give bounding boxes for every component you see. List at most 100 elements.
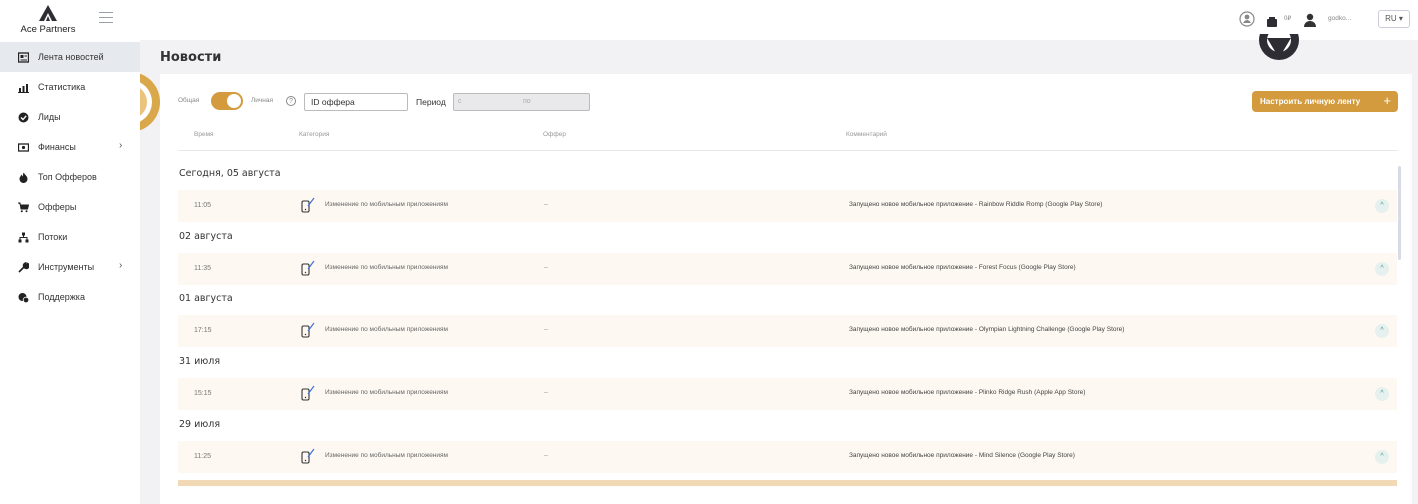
sidebar-item-support[interactable]: Поддержка (0, 282, 140, 312)
chat-icon[interactable] (1239, 11, 1255, 31)
mobile-app-edit-icon (301, 260, 315, 276)
support-icon (18, 293, 29, 303)
date-heading: 01 августа (179, 293, 233, 304)
period-to-placeholder: по (523, 98, 531, 105)
row-time: 11:05 (194, 202, 211, 209)
scrollbar-thumb[interactable] (1398, 166, 1401, 260)
wrench-icon (18, 262, 29, 273)
row-offer: – (544, 264, 548, 271)
chart-icon (18, 84, 29, 93)
app-logo[interactable]: Ace Partners (18, 4, 78, 38)
sidebar-item-leads[interactable]: Лиды (0, 102, 140, 132)
language-select[interactable]: RU ▾ (1378, 10, 1410, 28)
row-category: Изменение по мобильным приложениям (325, 326, 449, 333)
menu-toggle-icon[interactable] (99, 12, 113, 24)
sidebar-item-label: Лиды (38, 112, 61, 122)
date-heading: 29 июля (179, 419, 221, 430)
fire-icon (19, 172, 28, 183)
personal-feed-label: Личная (251, 97, 274, 104)
sidebar-item-label: Финансы (38, 142, 76, 152)
username[interactable]: godko... (1328, 15, 1351, 22)
offer-id-input[interactable]: ID оффера (304, 93, 408, 111)
row-time: 11:35 (194, 265, 211, 272)
decorative-coin (140, 62, 162, 142)
mobile-app-edit-icon (301, 385, 315, 401)
balance-value: 0₽ (1284, 16, 1292, 22)
sidebar-item-label: Статистика (38, 82, 86, 92)
sidebar-item-streams[interactable]: Потоки (0, 222, 140, 252)
row-comment: Запущено новое мобильное приложение - Fo… (849, 264, 1076, 271)
expand-row-icon[interactable]: ^ (1375, 262, 1389, 276)
date-heading: 31 июля (179, 356, 221, 367)
expand-row-icon[interactable]: ^ (1375, 387, 1389, 401)
news-row[interactable]: 17:15 Изменение по мобильным приложениям… (178, 315, 1397, 347)
decorative-badge (1254, 34, 1304, 64)
mobile-app-edit-icon (301, 197, 315, 213)
date-heading: Сегодня, 05 августа (179, 168, 281, 179)
row-category: Изменение по мобильным приложениям (325, 201, 449, 208)
news-row[interactable]: 11:05 Изменение по мобильным приложениям… (178, 190, 1397, 222)
period-label: Период (416, 97, 446, 107)
sidebar-item-finance[interactable]: Финансы › (0, 132, 140, 162)
general-feed-label: Общая (178, 97, 200, 104)
mobile-app-edit-icon (301, 448, 315, 464)
row-offer: – (544, 389, 548, 396)
sidebar-item-label: Поддержка (38, 292, 85, 302)
sidebar-item-label: Потоки (38, 232, 68, 242)
partial-row (178, 480, 1397, 486)
logo-mark-icon (39, 5, 57, 21)
chevron-right-icon: › (119, 140, 123, 151)
sidebar-item-news-feed[interactable]: Лента новостей (0, 42, 140, 72)
sidebar-item-offers[interactable]: Офферы (0, 192, 140, 222)
news-row[interactable]: 15:15 Изменение по мобильным приложениям… (178, 378, 1397, 410)
money-icon (18, 143, 29, 152)
row-offer: – (544, 326, 548, 333)
toggle-knob (227, 94, 241, 108)
period-from-placeholder: с (458, 98, 462, 105)
row-comment: Запущено новое мобильное приложение - Mi… (849, 452, 1075, 459)
row-comment: Запущено новое мобильное приложение - Ra… (849, 201, 1103, 208)
date-heading: 02 августа (179, 231, 233, 242)
expand-row-icon[interactable]: ^ (1375, 450, 1389, 464)
row-offer: – (544, 452, 548, 459)
check-circle-icon (18, 112, 29, 123)
column-header-time: Время (194, 131, 214, 138)
row-time: 17:15 (194, 327, 212, 334)
newspaper-icon (18, 52, 29, 63)
row-comment: Запущено новое мобильное приложение - Pl… (849, 389, 1086, 396)
user-avatar-icon[interactable] (1304, 12, 1316, 31)
feed-type-toggle[interactable] (211, 92, 243, 110)
sidebar-item-tools[interactable]: Инструменты › (0, 252, 140, 282)
wallet-icon[interactable] (1266, 13, 1278, 32)
header-divider (178, 150, 1398, 151)
sidebar-item-statistics[interactable]: Статистика (0, 72, 140, 102)
page-title: Новости (160, 50, 222, 65)
news-row[interactable]: 11:25 Изменение по мобильным приложениям… (178, 441, 1397, 473)
column-header-category: Категория (299, 131, 330, 138)
row-category: Изменение по мобильным приложениям (325, 264, 449, 271)
row-category: Изменение по мобильным приложениям (325, 452, 449, 459)
configure-personal-feed-button[interactable]: Настроить личную ленту + (1252, 91, 1398, 112)
configure-button-label: Настроить личную ленту (1260, 97, 1361, 106)
row-time: 11:25 (194, 453, 211, 460)
sitemap-icon (18, 232, 29, 243)
expand-row-icon[interactable]: ^ (1375, 199, 1389, 213)
sidebar-item-label: Лента новостей (38, 52, 104, 62)
expand-row-icon[interactable]: ^ (1375, 324, 1389, 338)
plus-icon: + (1383, 93, 1391, 108)
chevron-right-icon: › (119, 260, 123, 271)
news-row[interactable]: 11:35 Изменение по мобильным приложениям… (178, 253, 1397, 285)
row-offer: – (544, 201, 548, 208)
news-panel (160, 74, 1412, 504)
mobile-app-edit-icon (301, 322, 315, 338)
sidebar-item-top-offers[interactable]: Топ Офферов (0, 162, 140, 192)
logo-text: Ace Partners (20, 24, 76, 35)
row-comment: Запущено новое мобильное приложение - Ol… (849, 326, 1125, 333)
help-icon[interactable]: ? (286, 96, 296, 106)
row-category: Изменение по мобильным приложениям (325, 389, 449, 396)
period-input[interactable]: с по (453, 93, 590, 111)
column-header-offer: Оффер (543, 131, 566, 138)
sidebar-item-label: Офферы (38, 202, 77, 212)
sidebar-item-label: Топ Офферов (38, 172, 97, 182)
sidebar: Лента новостей Статистика Лиды Финансы ›… (0, 40, 140, 504)
